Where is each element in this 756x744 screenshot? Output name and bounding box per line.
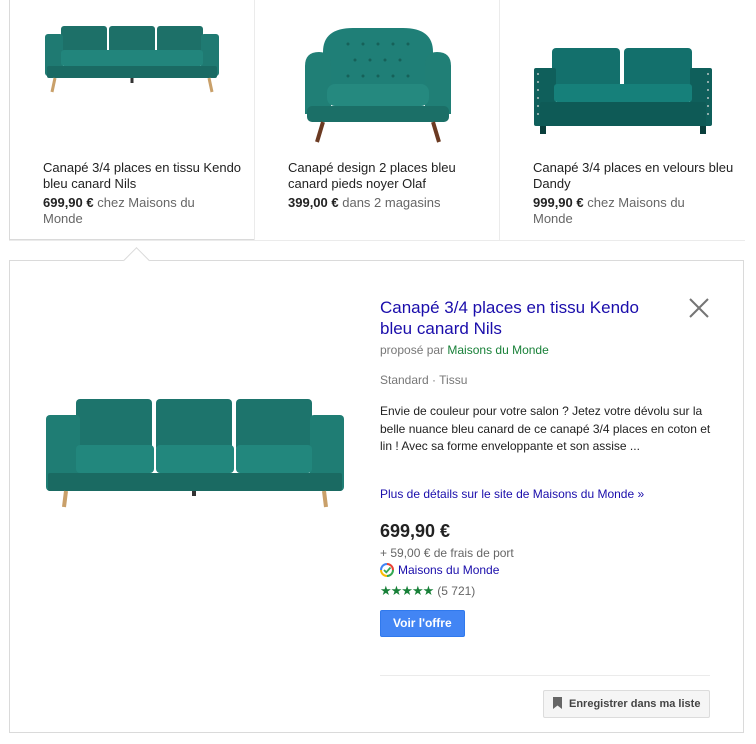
product-source: dans 2 magasins [342,195,441,210]
product-grid: Canapé 3/4 places en tissu Kendo bleu ca… [9,0,745,241]
save-to-list-label: Enregistrer dans ma liste [569,698,701,710]
product-card[interactable]: Canapé 3/4 places en tissu Kendo bleu ca… [9,0,255,240]
star-rating-icon: ★★★★★ [380,583,434,598]
product-detail-title[interactable]: Canapé 3/4 places en tissu Kendo bleu ca… [380,297,670,339]
product-price-line: 699,90 € chez Maisons du Monde [43,195,234,227]
product-detail-panel: Canapé 3/4 places en tissu Kendo bleu ca… [9,247,744,733]
product-card[interactable]: Canapé 3/4 places en velours bleu Dandy … [500,0,745,240]
offered-by-merchant-link[interactable]: Maisons du Monde [447,343,548,357]
product-title[interactable]: Canapé 3/4 places en tissu Kendo bleu ca… [43,160,244,192]
panel-divider [380,675,710,676]
product-title[interactable]: Canapé design 2 places bleu canard pieds… [288,160,490,192]
product-detail-price: 699,90 € [380,521,451,541]
product-description: Envie de couleur pour votre salon ? Jete… [380,404,711,453]
save-to-list-button[interactable]: Enregistrer dans ma liste [543,690,711,718]
product-price: 999,90 € [533,195,584,210]
product-detail-image[interactable] [44,395,346,516]
trusted-store-badge-icon [380,563,394,577]
offered-by: proposé par Maisons du Monde [380,343,549,357]
product-price-line: 399,00 € dans 2 magasins [288,195,480,211]
velvet-sofa-image [500,44,745,162]
more-details-link[interactable]: Plus de détails sur le site de Maisons d… [380,487,644,501]
product-price: 399,00 € [288,195,339,210]
merchant-link[interactable]: Maisons du Monde [380,563,499,577]
product-price: 699,90 € [43,195,94,210]
product-price-line: 999,90 € chez Maisons du Monde [533,195,725,227]
product-title[interactable]: Canapé 3/4 places en velours bleu Dandy [533,160,735,192]
product-attributes: Standard · Tissu [380,373,468,387]
teal-sofa-3-seat-image [10,20,254,138]
view-offer-button[interactable]: Voir l'offre [380,610,465,637]
product-rating[interactable]: ★★★★★ (5 721) [380,583,475,599]
shipping-cost: + 59,00 € de frais de port [380,546,514,560]
teal-loveseat-image [255,22,500,143]
panel-pointer [123,247,150,274]
bookmark-icon [553,697,562,709]
grid-divider [9,240,745,241]
close-icon[interactable] [688,297,710,319]
offered-by-label: proposé par [380,343,445,357]
product-card[interactable]: Canapé design 2 places bleu canard pieds… [255,0,500,240]
rating-count: (5 721) [437,584,476,598]
merchant-name: Maisons du Monde [398,563,500,577]
